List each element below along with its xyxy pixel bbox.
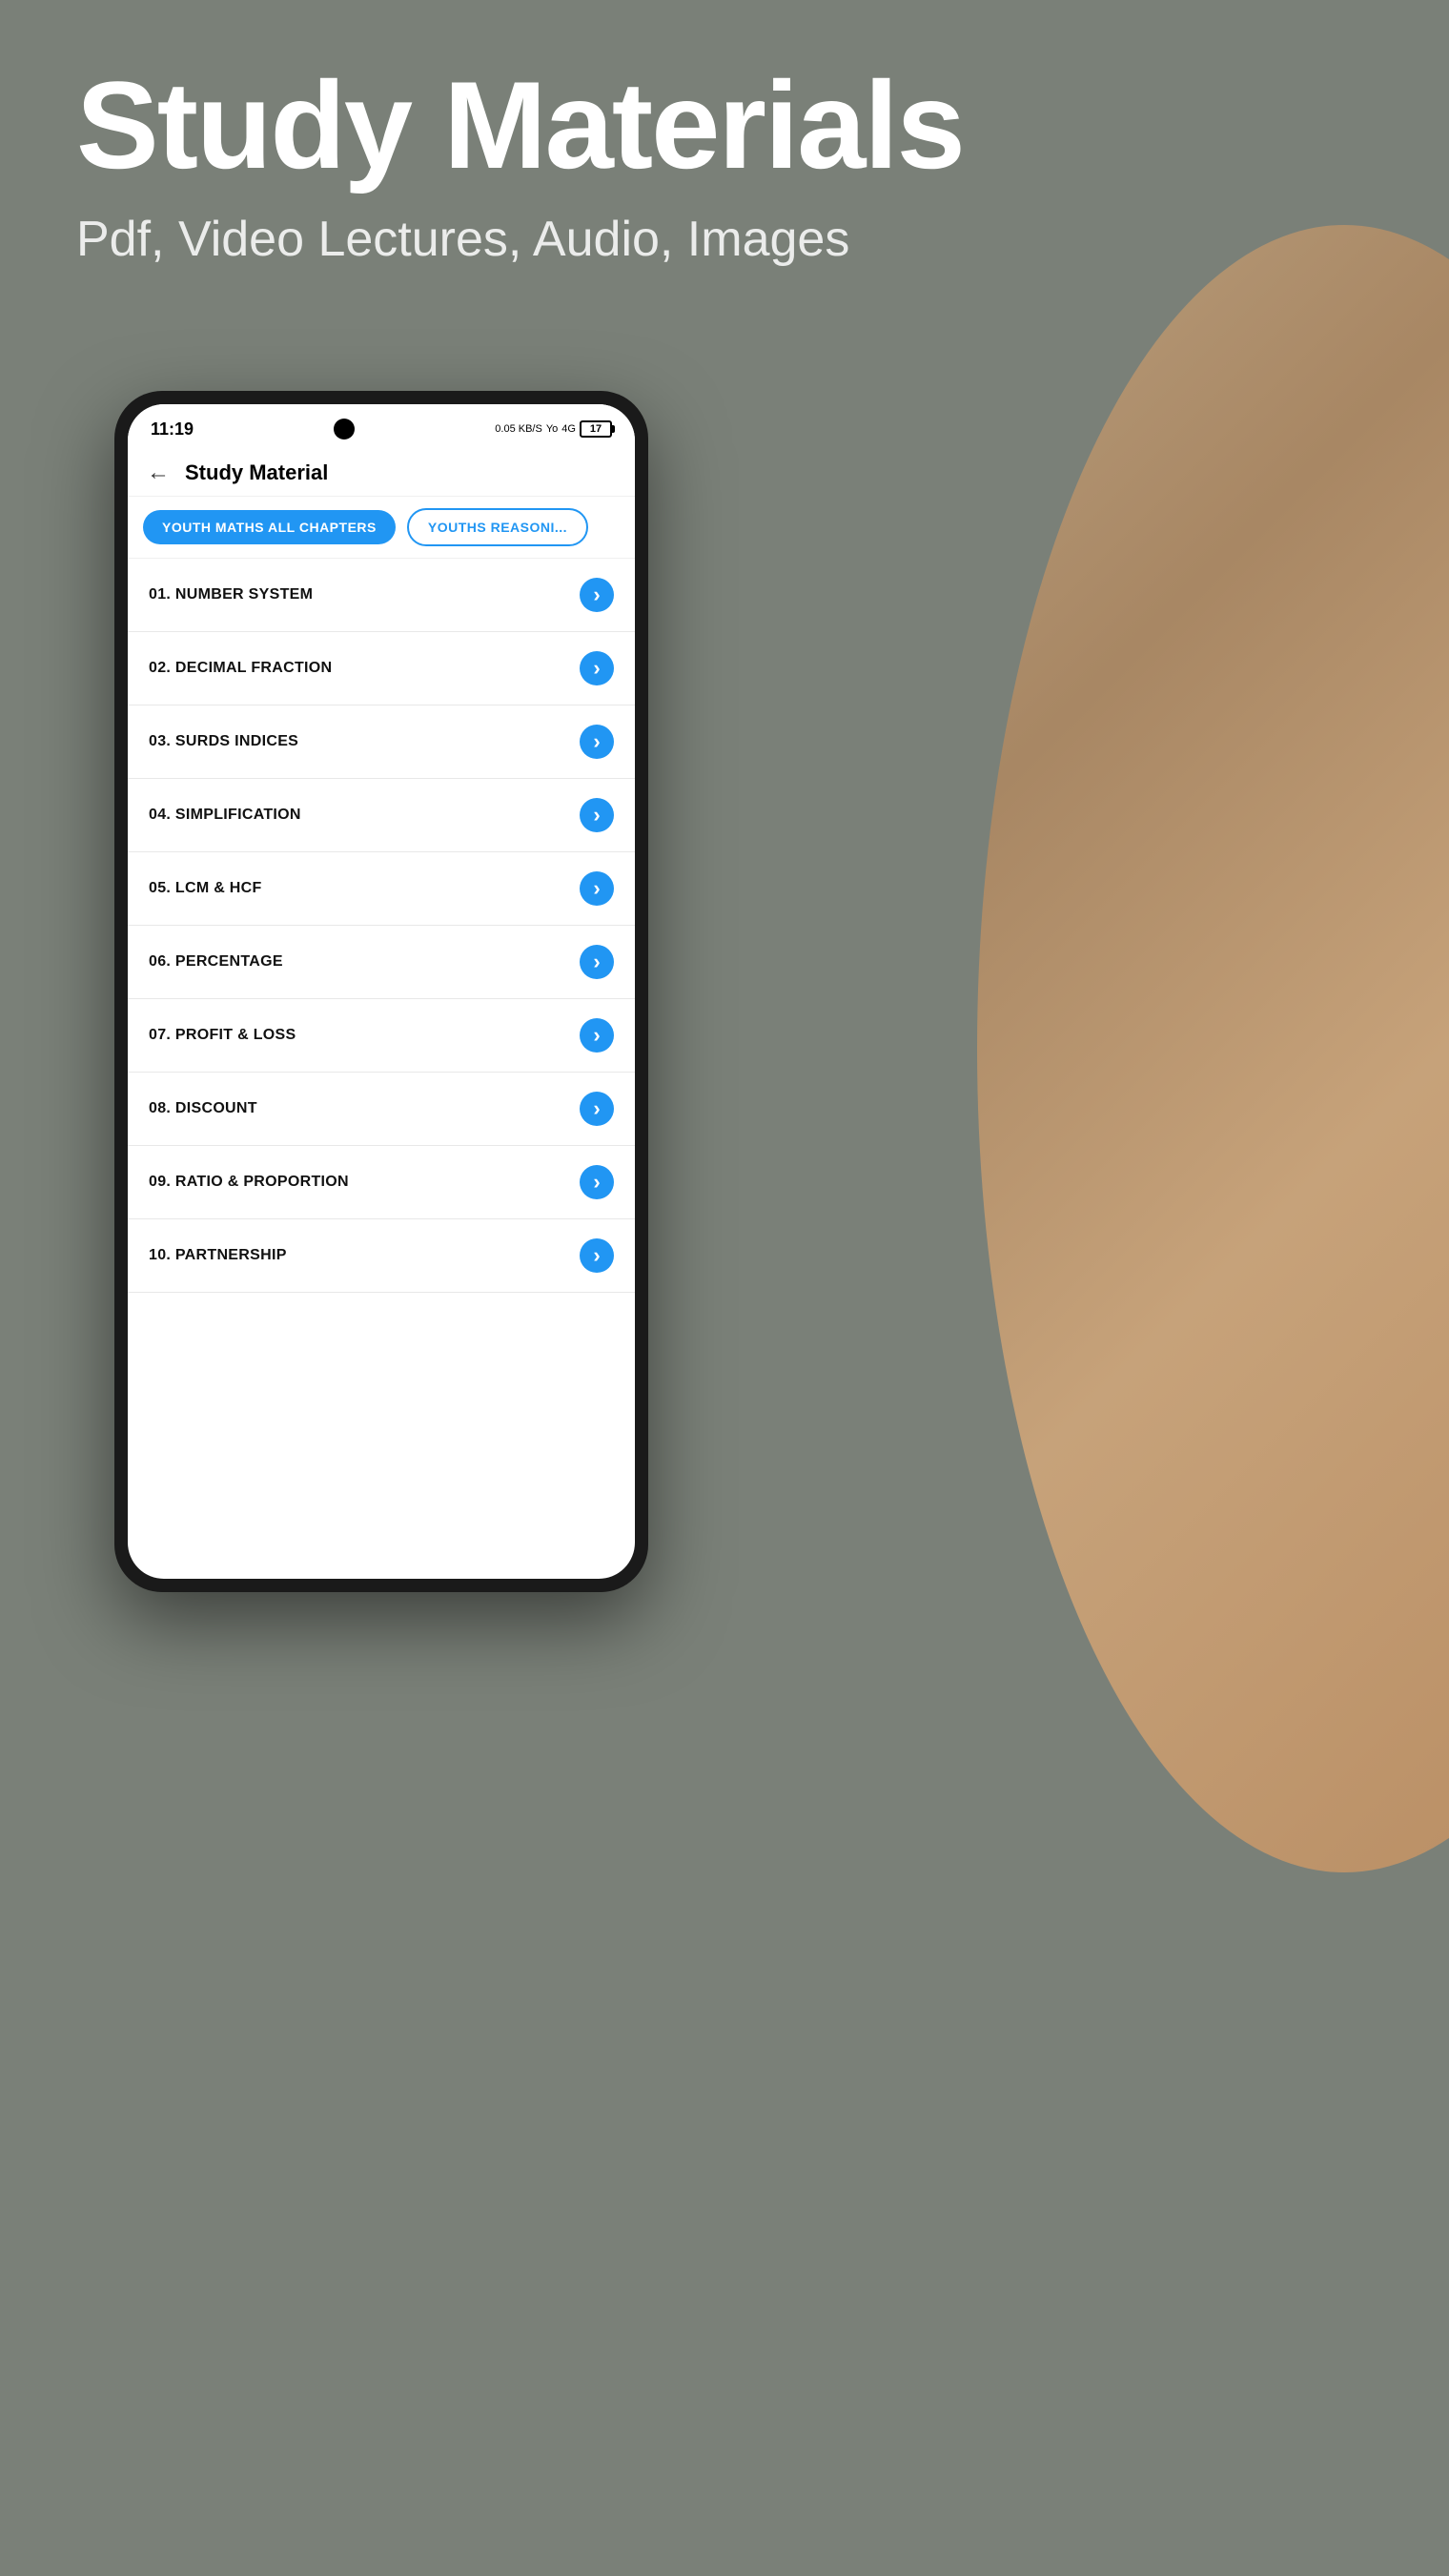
chapter-title: 10. PARTNERSHIP	[149, 1247, 287, 1264]
chapter-title: 09. RATIO & PROPORTION	[149, 1174, 349, 1191]
hero-title: Study Materials	[76, 57, 964, 194]
chapter-arrow-icon	[580, 798, 614, 832]
status-time: 11:19	[151, 419, 194, 440]
chapter-title: 05. LCM & HCF	[149, 880, 262, 897]
camera-cutout	[334, 419, 355, 440]
phone-container: 11:19 0.05 KB/S Yo 4G 17 ← Study Materia…	[114, 391, 648, 2488]
battery-icon: 17	[580, 420, 612, 438]
network-speed: 0.05 KB/S	[495, 423, 542, 435]
chapter-item[interactable]: 01. NUMBER SYSTEM	[128, 559, 635, 632]
chapter-title: 03. SURDS INDICES	[149, 733, 298, 750]
chapter-item[interactable]: 03. SURDS INDICES	[128, 705, 635, 779]
chapter-title: 06. PERCENTAGE	[149, 953, 283, 971]
network-type: 4G	[561, 423, 576, 435]
chapter-arrow-icon	[580, 651, 614, 685]
chapter-item[interactable]: 04. SIMPLIFICATION	[128, 779, 635, 852]
app-header: ← Study Material	[128, 450, 635, 497]
chapter-item[interactable]: 09. RATIO & PROPORTION	[128, 1146, 635, 1219]
chapter-item[interactable]: 08. DISCOUNT	[128, 1073, 635, 1146]
chapter-arrow-icon	[580, 578, 614, 612]
chapter-title: 02. DECIMAL FRACTION	[149, 660, 332, 677]
chapter-title: 04. SIMPLIFICATION	[149, 807, 301, 824]
chapter-item[interactable]: 06. PERCENTAGE	[128, 926, 635, 999]
phone-shell: 11:19 0.05 KB/S Yo 4G 17 ← Study Materia…	[114, 391, 648, 1592]
status-bar: 11:19 0.05 KB/S Yo 4G 17	[128, 404, 635, 450]
chapter-list: 01. NUMBER SYSTEM 02. DECIMAL FRACTION 03.…	[128, 559, 635, 1579]
chapter-title: 01. NUMBER SYSTEM	[149, 586, 313, 603]
hero-section: Study Materials Pdf, Video Lectures, Aud…	[76, 57, 964, 268]
status-icons: 0.05 KB/S Yo 4G 17	[495, 420, 612, 438]
app-title: Study Material	[185, 460, 328, 485]
hero-subtitle: Pdf, Video Lectures, Audio, Images	[76, 211, 964, 268]
chapter-item[interactable]: 05. LCM & HCF	[128, 852, 635, 926]
chapter-item[interactable]: 10. PARTNERSHIP	[128, 1219, 635, 1293]
chapter-arrow-icon	[580, 945, 614, 979]
phone-screen: 11:19 0.05 KB/S Yo 4G 17 ← Study Materia…	[128, 404, 635, 1579]
carrier: Yo	[546, 423, 558, 435]
chapter-item[interactable]: 07. PROFIT & LOSS	[128, 999, 635, 1073]
tab-youth-maths[interactable]: YOUTH MATHS ALL CHAPTERS	[143, 510, 396, 544]
chapter-arrow-icon	[580, 1092, 614, 1126]
chapter-title: 07. PROFIT & LOSS	[149, 1027, 296, 1044]
chapter-arrow-icon	[580, 871, 614, 906]
tab-youths-reasoning[interactable]: YOUTHS REASONI...	[407, 508, 588, 546]
chapter-arrow-icon	[580, 1165, 614, 1199]
chapter-title: 08. DISCOUNT	[149, 1100, 257, 1117]
chapter-arrow-icon	[580, 1238, 614, 1273]
chapter-arrow-icon	[580, 1018, 614, 1053]
chapter-item[interactable]: 02. DECIMAL FRACTION	[128, 632, 635, 705]
tab-bar: YOUTH MATHS ALL CHAPTERS YOUTHS REASONI.…	[128, 497, 635, 559]
chapter-arrow-icon	[580, 725, 614, 759]
back-button[interactable]: ←	[147, 460, 170, 486]
